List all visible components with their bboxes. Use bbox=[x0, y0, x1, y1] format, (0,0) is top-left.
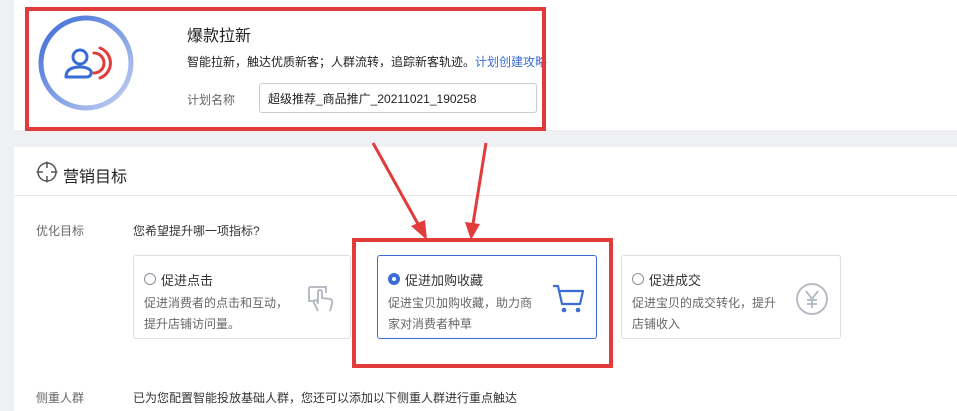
touch-click-icon bbox=[308, 286, 334, 312]
section-title: 营销目标 bbox=[63, 169, 128, 186]
option-promote-cart[interactable]: 促进加购收藏 促进宝贝加购收藏，助力商家对消费者种草 bbox=[377, 255, 597, 339]
section-header: 营销目标 bbox=[14, 147, 957, 196]
option-description: 促进消费者的点击和互动，提升店铺访问量。 bbox=[144, 296, 289, 331]
optimize-goal-label: 优化目标 bbox=[36, 224, 85, 238]
radio-promote-cart[interactable] bbox=[388, 273, 400, 285]
radio-promote-deal[interactable] bbox=[632, 273, 644, 285]
plan-card: 爆款拉新 智能拉新，触达优质新客；人群流转，追踪新客轨迹。计划创建攻略 计划名称 bbox=[14, 0, 957, 130]
plan-title: 爆款拉新 bbox=[187, 28, 252, 45]
plan-description-text: 智能拉新，触达优质新客；人群流转，追踪新客轨迹。 bbox=[187, 55, 476, 69]
marketing-goal-card: 营销目标 优化目标 您希望提升哪一项指标? 促进点击 促进消费者的点击和互动，提… bbox=[14, 147, 957, 411]
plan-name-input[interactable] bbox=[259, 83, 537, 113]
plan-avatar-icon bbox=[38, 15, 134, 111]
shopping-cart-icon bbox=[553, 284, 585, 313]
target-icon bbox=[36, 161, 58, 183]
yuan-coin-icon bbox=[796, 283, 828, 315]
plan-name-label: 计划名称 bbox=[187, 93, 236, 107]
option-title: 促进成交 bbox=[649, 273, 702, 288]
option-title: 促进加购收藏 bbox=[405, 273, 484, 288]
goal-question: 您希望提升哪一项指标? bbox=[133, 224, 260, 238]
option-title: 促进点击 bbox=[161, 273, 214, 288]
plan-description: 智能拉新，触达优质新客；人群流转，追踪新客轨迹。计划创建攻略 bbox=[187, 53, 547, 70]
plan-guide-link[interactable]: 计划创建攻略 bbox=[475, 55, 547, 69]
option-promote-deal[interactable]: 促进成交 促进宝贝的成交转化，提升店铺收入 bbox=[621, 255, 841, 339]
option-promote-click[interactable]: 促进点击 促进消费者的点击和互动，提升店铺访问量。 bbox=[133, 255, 351, 339]
radio-promote-click[interactable] bbox=[144, 273, 156, 285]
focus-crowd-text: 已为您配置智能投放基础人群，您还可以添加以下侧重人群进行重点触达 bbox=[133, 391, 518, 405]
option-description: 促进宝贝加购收藏，助力商家对消费者种草 bbox=[388, 296, 533, 331]
option-description: 促进宝贝的成交转化，提升店铺收入 bbox=[632, 296, 777, 331]
focus-crowd-label: 侧重人群 bbox=[36, 391, 85, 405]
